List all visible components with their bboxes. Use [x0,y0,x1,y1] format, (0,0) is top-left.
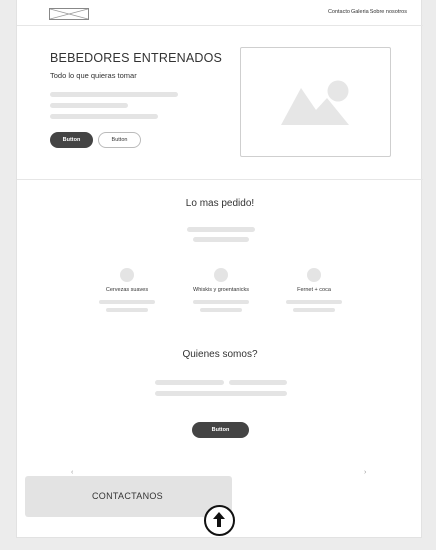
feature-item: Whiskis y groentanicks [181,268,261,312]
text-placeholder-line [193,237,249,242]
text-placeholder-line [50,103,128,108]
feature-circle-icon [307,268,321,282]
feature-circle-icon [120,268,134,282]
nav-links: ContactoGaleriaSobre nosotros [327,9,407,15]
feature-circle-icon [214,268,228,282]
text-placeholder-line [200,308,242,312]
image-placeholder-icon [281,80,349,125]
feature-label: Cervezas suaves [105,287,149,293]
text-placeholder-line [50,92,178,97]
text-placeholder-line [50,114,158,119]
text-placeholder-line [293,308,335,312]
about-section-title: Quienes somos? [182,349,258,360]
text-placeholder-line [229,380,287,385]
hero-primary-button[interactable]: Button [50,132,93,148]
text-placeholder-line [155,391,287,396]
popular-section-title: Lo mas pedido! [185,198,255,209]
text-placeholder-line [286,300,342,304]
chevron-left-icon[interactable]: ‹ [71,469,73,476]
contact-button[interactable]: CONTACTANOS [25,476,232,517]
feature-item: Cervezas suaves [87,268,167,312]
about-button[interactable]: Button [192,422,249,438]
hero-image-placeholder [240,47,391,157]
contact-label: CONTACTANOS [92,491,163,501]
hero-section: BEBEDORES ENTRENADOS Todo lo que quieras… [17,26,423,180]
nav-link-contacto[interactable]: Contacto [328,9,350,15]
chevron-right-icon[interactable]: › [364,469,366,476]
hero-secondary-button[interactable]: Button [98,132,141,148]
feature-label: Whiskis y groentanicks [193,287,249,293]
text-placeholder-line [155,380,224,385]
logo-placeholder-icon[interactable] [49,8,89,20]
page-frame: ContactoGaleriaSobre nosotros BEBEDORES … [16,0,423,538]
nav-link-sobre-nosotros[interactable]: Sobre nosotros [370,9,407,15]
hero-subtitle: Todo lo que quieras tomar [50,71,137,80]
arrow-up-circle-icon[interactable] [204,505,235,536]
feature-item: Fernet + coca [274,268,354,312]
top-navigation: ContactoGaleriaSobre nosotros [17,0,423,26]
hero-title: BEBEDORES ENTRENADOS [50,51,223,65]
nav-link-galeria[interactable]: Galeria [351,9,369,15]
text-placeholder-line [106,308,148,312]
text-placeholder-line [99,300,155,304]
feature-label: Fernet + coca [297,287,331,293]
text-placeholder-line [187,227,255,232]
text-placeholder-line [193,300,249,304]
